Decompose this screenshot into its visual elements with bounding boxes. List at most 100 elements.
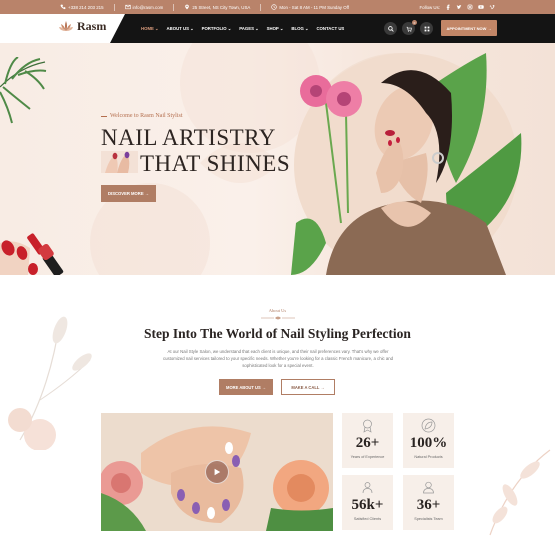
stat-card-natural: 100% Natural Products [403, 413, 454, 468]
arrow-right-icon: → [487, 25, 492, 31]
cart-button[interactable]: 0 [402, 20, 417, 35]
play-icon [214, 468, 221, 476]
more-about-us-button[interactable]: MORE ABOUT US → [219, 379, 273, 395]
stat-label: Years of Experience [350, 455, 385, 459]
clients-icon [362, 482, 373, 494]
search-icon [387, 25, 394, 32]
floral-decoration-right [489, 449, 551, 536]
menu-item-pages[interactable]: PAGES ⌄ [239, 26, 258, 32]
youtube-icon[interactable] [478, 4, 484, 10]
arrow-right-icon: → [144, 191, 149, 196]
about-subtitle: About Us [268, 308, 287, 313]
menu-label: PAGES [239, 26, 254, 31]
stat-card-experience: 26+ Years of Experience [342, 413, 393, 468]
cart-icon [406, 26, 412, 32]
email-text: info@rasm.com [132, 4, 164, 10]
hero-model-image [291, 53, 522, 275]
hero-title-line1: NAIL ARTISTRY [101, 125, 276, 150]
menu-label: ABOUT US [166, 26, 189, 31]
specialist-icon [423, 481, 434, 494]
hero-section: Welcome to Rasm Nail Stylist NAIL ARTIST… [0, 43, 555, 275]
instagram-icon[interactable] [467, 4, 473, 10]
menu-label: BLOG [291, 26, 304, 31]
clock-icon [271, 4, 278, 10]
divider [113, 3, 115, 11]
menu-item-portfolio[interactable]: PORTFOLIO ⌄ [202, 26, 232, 32]
menu-item-blog[interactable]: BLOG ⌄ [291, 26, 308, 32]
appointment-button[interactable]: APPOINTMENT NOW → [441, 20, 497, 36]
search-button[interactable] [384, 22, 397, 35]
phone-info[interactable]: +338 214 203 215 [60, 4, 104, 10]
stat-value: 26+ [355, 435, 380, 451]
top-info-bar: +338 214 203 215 info@rasm.com 25 Street… [0, 0, 555, 14]
stat-card-specialists: 36+ Specialists Team [403, 475, 454, 530]
menu-item-about[interactable]: ABOUT US ⌄ [167, 26, 194, 32]
make-a-call-button[interactable]: MAKE A CALL → [281, 379, 335, 395]
palm-leaf-decoration [0, 57, 47, 124]
address-info: 25 Street, NS City Town, USA [184, 4, 250, 10]
nail-art-thumbnail-image [101, 151, 138, 173]
hours-text: Mon - Sat 8 AM - 11 PM Sunday Off [279, 4, 349, 10]
ornament-divider-icon [261, 316, 295, 320]
logo[interactable]: Rasm [58, 19, 106, 33]
floral-decoration-left [8, 316, 92, 450]
menu-item-shop[interactable]: SHOP ⌄ [267, 26, 284, 32]
award-icon [363, 419, 372, 433]
about-title: Step Into The World of Nail Styling Perf… [144, 326, 411, 341]
discover-label: DISCOVER MORE [108, 191, 144, 196]
chevron-down-icon: ⌄ [279, 25, 284, 31]
cart-count-badge: 0 [412, 20, 417, 25]
menu-label: HOME [141, 26, 154, 31]
stat-label: Natural Products [414, 455, 443, 459]
leaf-icon [421, 418, 436, 433]
discover-more-button[interactable]: DISCOVER MORE → [101, 185, 156, 202]
nail-polish-hand-image [0, 233, 64, 275]
brand-name: Rasm [77, 19, 107, 33]
chevron-down-icon: ⌄ [154, 25, 159, 31]
facebook-icon[interactable] [445, 4, 451, 10]
more-about-label: MORE ABOUT US [226, 384, 261, 390]
stat-card-clients: 56k+ Satisfied Clients [342, 475, 393, 530]
hours-info: Mon - Sat 8 AM - 11 PM Sunday Off [271, 4, 349, 10]
menu-item-contact[interactable]: CONTACT US [316, 26, 344, 31]
email-info[interactable]: info@rasm.com [124, 4, 164, 10]
phone-icon [60, 4, 66, 10]
stat-label: Satisfied Clients [353, 517, 382, 521]
vimeo-icon[interactable] [489, 4, 495, 10]
arrow-right-icon: → [261, 384, 266, 390]
divider [173, 3, 175, 11]
mail-icon [124, 4, 131, 10]
main-menu: HOME ⌄ ABOUT US ⌄ PORTFOLIO ⌄ PAGES ⌄ SHOP ⌄ … [141, 14, 344, 43]
menu-label: SHOP [266, 26, 279, 31]
stat-value: 36+ [416, 497, 441, 513]
hero-welcome: Welcome to Rasm Nail Stylist [101, 113, 183, 119]
chevron-down-icon: ⌄ [304, 25, 309, 31]
hero-welcome-text: Welcome to Rasm Nail Stylist [110, 113, 183, 119]
stat-value: 100% [409, 435, 448, 451]
chevron-down-icon: ⌄ [227, 25, 232, 31]
stat-label: Specialists Team [414, 517, 443, 521]
chevron-down-icon: ⌄ [255, 25, 259, 31]
chevron-down-icon: ⌄ [189, 25, 194, 31]
arrow-right-icon: → [320, 384, 325, 390]
about-paragraph: At our Nail Style Salon, we understand t… [162, 349, 394, 368]
menu-grid-button[interactable] [420, 22, 433, 35]
divider [260, 3, 262, 11]
appointment-label: APPOINTMENT NOW [446, 25, 487, 31]
hero-title-line2: THAT SHINES [140, 151, 291, 176]
location-icon [185, 4, 190, 10]
menu-label: CONTACT US [316, 26, 345, 31]
grid-icon [424, 26, 429, 31]
phone-text: +338 214 203 215 [68, 4, 104, 10]
stat-value: 56k+ [351, 497, 384, 513]
address-text: 25 Street, NS City Town, USA [192, 4, 251, 10]
play-video-button[interactable] [205, 460, 229, 484]
make-call-label: MAKE A CALL [291, 384, 320, 390]
follow-label: Follow Us: [419, 4, 441, 10]
menu-item-home[interactable]: HOME ⌄ [141, 26, 159, 32]
lotus-logo-icon [59, 21, 73, 31]
social-links: Follow Us: [420, 4, 496, 10]
divider [101, 115, 107, 117]
twitter-icon[interactable] [456, 4, 462, 10]
menu-label: PORTFOLIO [201, 26, 227, 31]
